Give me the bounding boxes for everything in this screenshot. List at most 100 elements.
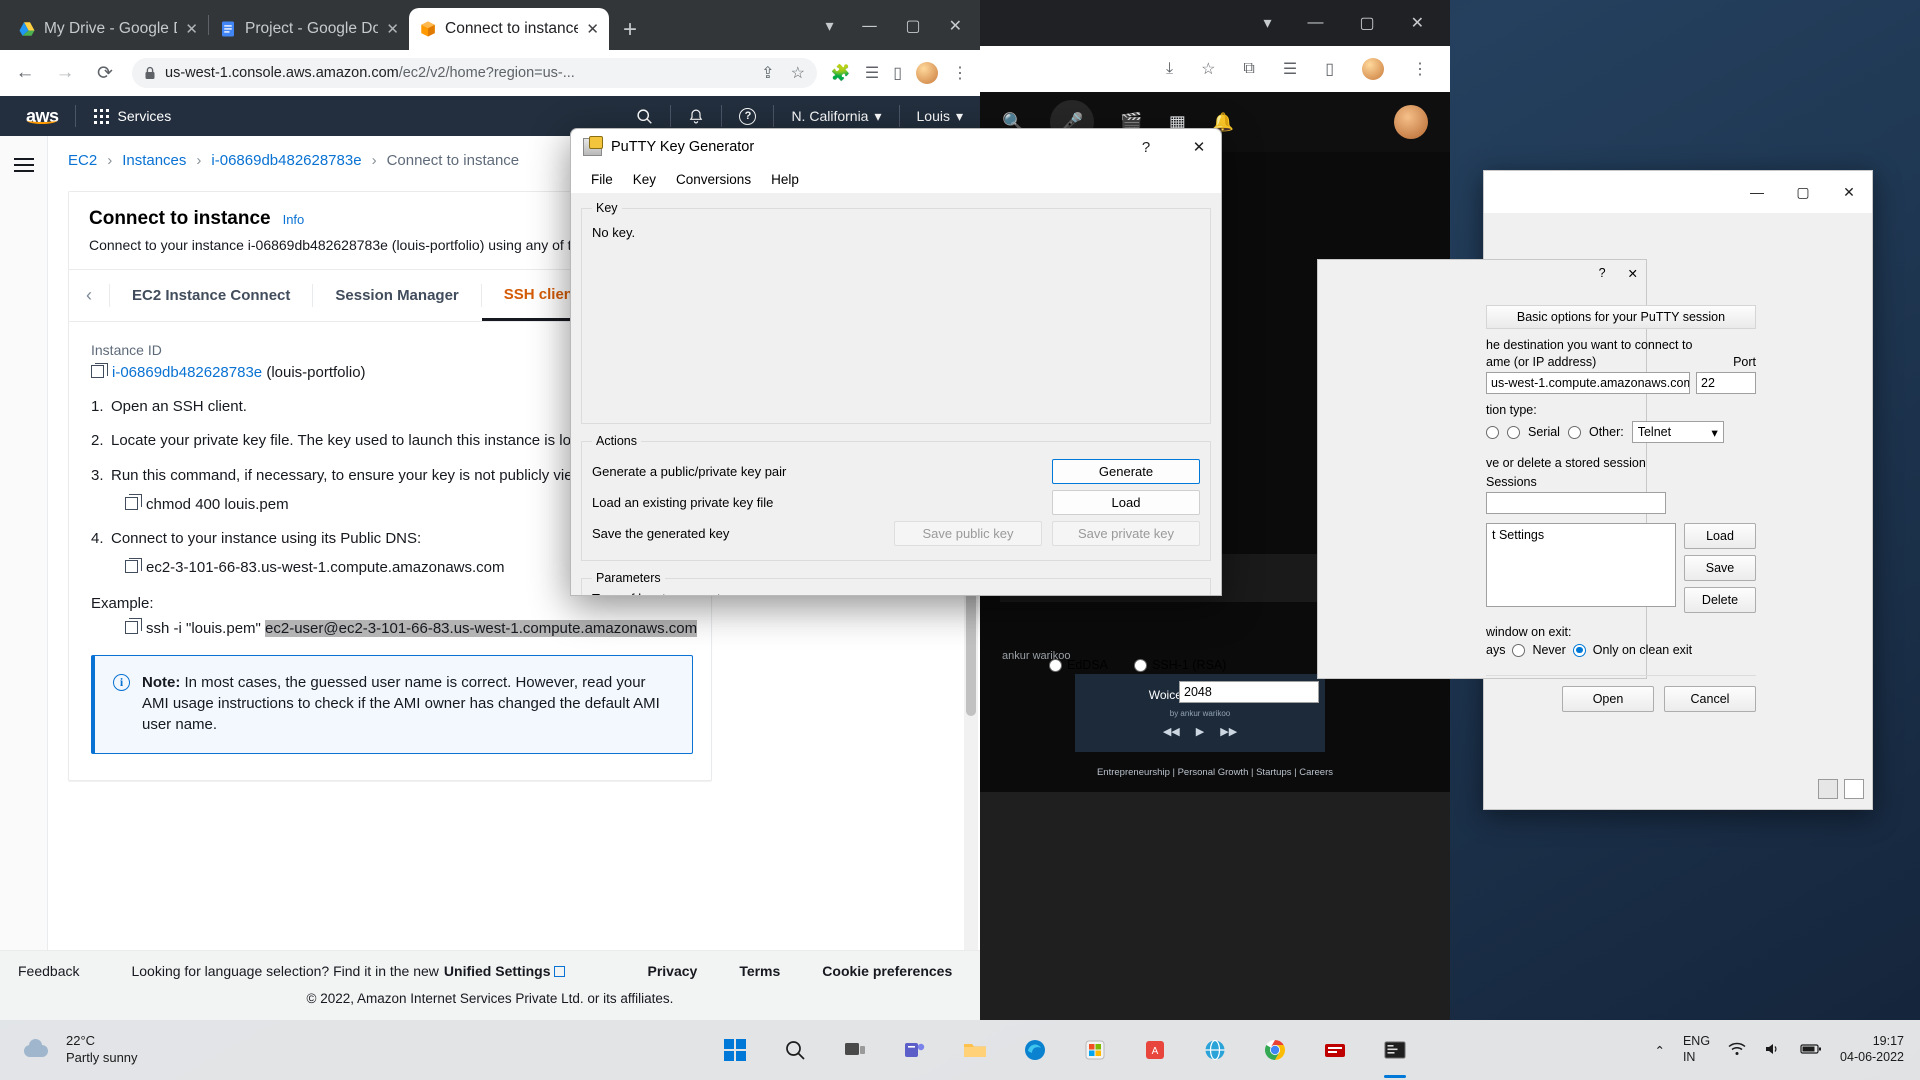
putty-configuration-window[interactable]: — ▢ ✕ ? ✕ Basic options for your PuTTY s… bbox=[1483, 170, 1873, 810]
menu-key[interactable]: Key bbox=[623, 172, 666, 187]
download-icon[interactable]: ⤓ bbox=[1166, 60, 1173, 78]
saved-session-input[interactable] bbox=[1486, 492, 1666, 514]
load-session-button[interactable]: Load bbox=[1684, 523, 1756, 549]
side-panel-icon[interactable]: ▯ bbox=[1325, 59, 1334, 79]
copy-icon[interactable] bbox=[91, 365, 104, 378]
bg-window-minimize[interactable]: — bbox=[1307, 14, 1323, 32]
close-option-never-radio[interactable] bbox=[1512, 644, 1525, 657]
window-close-button[interactable]: ✕ bbox=[949, 16, 962, 35]
star-icon[interactable]: ☆ bbox=[791, 63, 805, 83]
putty-config-minimize[interactable]: — bbox=[1734, 171, 1780, 213]
privacy-link[interactable]: Privacy bbox=[647, 963, 697, 979]
conn-type-radio-other[interactable] bbox=[1568, 426, 1581, 439]
wifi-icon[interactable] bbox=[1728, 1042, 1746, 1059]
bg-window-maximize[interactable]: ▢ bbox=[1359, 13, 1374, 33]
open-button[interactable]: Open bbox=[1562, 686, 1654, 712]
copy-icon[interactable] bbox=[125, 497, 138, 510]
browser-tab-close-icon[interactable]: ✕ bbox=[185, 20, 198, 38]
putty-config-maximize[interactable]: ▢ bbox=[1780, 171, 1826, 213]
browser-tab-close-icon[interactable]: ✕ bbox=[586, 20, 599, 38]
bg-window-dropdown-icon[interactable]: ▾ bbox=[1263, 13, 1271, 33]
hostname-input[interactable]: us-west-1.compute.amazonaws.com bbox=[1486, 372, 1690, 394]
tray-language[interactable]: ENG IN bbox=[1683, 1034, 1710, 1065]
window-maximize-button[interactable]: ▢ bbox=[905, 16, 920, 35]
load-button[interactable]: Load bbox=[1052, 490, 1200, 515]
taskbar-edge[interactable] bbox=[1017, 1032, 1053, 1068]
putty-config-close[interactable]: ✕ bbox=[1826, 171, 1872, 213]
menu-conversions[interactable]: Conversions bbox=[666, 172, 761, 187]
save-public-key-button[interactable]: Save public key bbox=[894, 521, 1042, 546]
reading-list-icon[interactable]: ☰ bbox=[1283, 59, 1297, 79]
feedback-link[interactable]: Feedback bbox=[18, 963, 79, 979]
breadcrumb-item-instances[interactable]: Instances bbox=[122, 152, 186, 169]
taskbar-search-button[interactable] bbox=[777, 1032, 813, 1068]
protocol-select[interactable]: Telnet ▾ bbox=[1632, 421, 1724, 443]
example-command-selected[interactable]: ec2-user@ec2-3-101-66-83.us-west-1.compu… bbox=[265, 620, 697, 637]
tray-clock[interactable]: 19:17 04-06-2022 bbox=[1840, 1034, 1904, 1065]
keygen-overlay-ssh1-radio[interactable] bbox=[1134, 659, 1147, 672]
chrome-menu-icon[interactable]: ⋮ bbox=[1412, 59, 1428, 79]
new-tab-button[interactable]: + bbox=[623, 18, 637, 42]
breadcrumb-item-ec2[interactable]: EC2 bbox=[68, 152, 97, 169]
profile-avatar[interactable] bbox=[1362, 58, 1384, 80]
unified-settings-link[interactable]: Unified Settings bbox=[444, 963, 551, 979]
menu-file[interactable]: File bbox=[581, 172, 623, 187]
menu-help[interactable]: Help bbox=[761, 172, 809, 187]
hamburger-menu-icon[interactable] bbox=[14, 158, 34, 172]
aws-logo[interactable]: aws bbox=[10, 106, 75, 127]
address-bar[interactable]: us-west-1.console.aws.amazon.com/ec2/v2/… bbox=[132, 58, 817, 88]
tab-ec2-instance-connect[interactable]: EC2 Instance Connect bbox=[110, 270, 312, 321]
services-menu-button[interactable]: Services bbox=[76, 108, 190, 124]
terms-link[interactable]: Terms bbox=[739, 963, 780, 979]
back-button[interactable]: ← bbox=[12, 62, 38, 84]
generate-button[interactable]: Generate bbox=[1052, 459, 1200, 484]
keygen-close-button[interactable]: ✕ bbox=[1177, 129, 1221, 165]
side-panel-icon[interactable]: ▯ bbox=[893, 63, 902, 83]
session-list-item-default[interactable]: t Settings bbox=[1492, 528, 1670, 542]
list-view-icon[interactable] bbox=[1818, 779, 1838, 799]
taskbar-acrobat[interactable]: A bbox=[1137, 1032, 1173, 1068]
putty-inner-close-button[interactable]: ✕ bbox=[1628, 266, 1638, 281]
taskbar-start-button[interactable] bbox=[717, 1032, 753, 1068]
port-input[interactable]: 22 bbox=[1696, 372, 1756, 394]
copy-icon[interactable] bbox=[125, 621, 138, 634]
tabs-scroll-left-icon[interactable]: ‹ bbox=[69, 270, 109, 321]
play-track-icon[interactable]: ▶ bbox=[1196, 725, 1204, 738]
extensions-icon[interactable]: 🧩 bbox=[831, 63, 851, 83]
forward-button[interactable]: → bbox=[52, 62, 78, 84]
tab-session-manager[interactable]: Session Manager bbox=[313, 270, 480, 321]
instance-id-link[interactable]: i-06869db482628783e bbox=[112, 364, 262, 381]
copy-icon[interactable] bbox=[125, 560, 138, 573]
volume-icon[interactable] bbox=[1764, 1042, 1782, 1059]
keygen-overlay-bits-input[interactable]: 2048 bbox=[1179, 681, 1319, 703]
cancel-button[interactable]: Cancel bbox=[1664, 686, 1756, 712]
taskbar-putty[interactable] bbox=[1377, 1032, 1413, 1068]
next-track-icon[interactable]: ▶▶ bbox=[1220, 725, 1237, 738]
bg-window-close[interactable]: ✕ bbox=[1411, 13, 1424, 33]
putty-key-generator-dialog[interactable]: PuTTY Key Generator ? ✕ File Key Convers… bbox=[570, 128, 1222, 596]
taskbar-teams[interactable] bbox=[897, 1032, 933, 1068]
save-private-key-button[interactable]: Save private key bbox=[1052, 521, 1200, 546]
breadcrumb-item-instance-id[interactable]: i-06869db482628783e bbox=[211, 152, 361, 169]
reload-button[interactable]: ⟳ bbox=[92, 62, 118, 85]
tray-chevron-icon[interactable]: ⌃ bbox=[1654, 1043, 1664, 1058]
share-icon[interactable]: ⇪ bbox=[761, 63, 774, 83]
chrome-menu-icon[interactable]: ⋮ bbox=[952, 63, 968, 83]
taskbar-file-explorer[interactable] bbox=[957, 1032, 993, 1068]
taskbar-microsoft-store[interactable] bbox=[1077, 1032, 1113, 1068]
reading-list-icon[interactable]: ☰ bbox=[865, 63, 879, 83]
keygen-overlay-eddsa-radio[interactable] bbox=[1049, 659, 1062, 672]
browser-tab-my-drive[interactable]: My Drive - Google D ✕ bbox=[8, 8, 208, 50]
info-link[interactable]: Info bbox=[283, 212, 305, 227]
battery-icon[interactable] bbox=[1800, 1043, 1822, 1058]
grid-view-icon[interactable] bbox=[1844, 779, 1864, 799]
user-avatar[interactable] bbox=[1394, 105, 1428, 139]
profile-avatar[interactable] bbox=[916, 62, 938, 84]
window-minimize-button[interactable]: — bbox=[861, 16, 877, 35]
taskbar-weather-widget[interactable]: 22°C Partly sunny bbox=[0, 1033, 640, 1067]
extensions-icon[interactable]: ⧉ bbox=[1243, 60, 1254, 78]
star-icon[interactable]: ☆ bbox=[1201, 59, 1215, 79]
browser-tab-project[interactable]: Project - Google Do ✕ bbox=[209, 8, 409, 50]
taskbar-task-view[interactable] bbox=[837, 1032, 873, 1068]
delete-session-button[interactable]: Delete bbox=[1684, 587, 1756, 613]
